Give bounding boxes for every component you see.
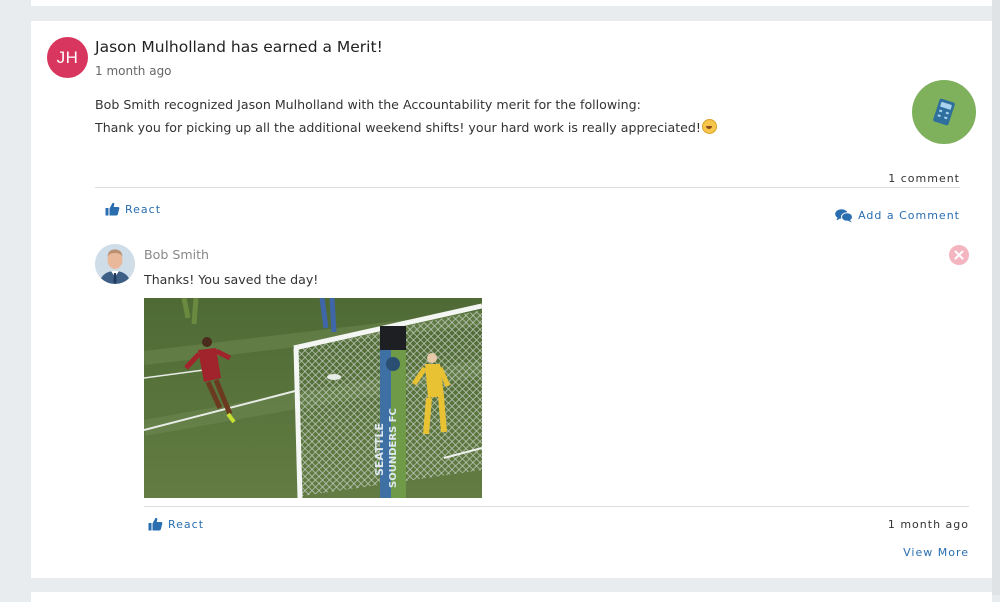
thumbs-up-icon [105, 202, 120, 216]
post-body-message: Thank you for picking up all the additio… [95, 119, 717, 135]
grinning-emoji-icon [701, 119, 717, 134]
author-avatar[interactable]: JH [47, 37, 88, 78]
commenter-avatar[interactable] [95, 244, 135, 284]
next-post-card [31, 592, 992, 602]
post-divider [95, 187, 960, 188]
comment-count[interactable]: 1 comment [888, 172, 960, 185]
comment-divider [144, 506, 969, 507]
post-react-button[interactable]: React [105, 202, 161, 216]
accountability-merit-badge [912, 80, 976, 144]
commenter-name[interactable]: Bob Smith [144, 247, 209, 262]
post-react-label: React [125, 202, 162, 216]
page-scroll-gutter [992, 0, 1000, 595]
thumbs-up-icon [148, 517, 163, 531]
merit-post-card: JH Jason Mulholland has earned a Merit! … [31, 21, 992, 578]
calculator-icon [933, 98, 955, 126]
add-comment-button[interactable]: Add a Comment [835, 208, 960, 223]
comment-react-label: React [168, 517, 205, 531]
gif-sign-sounders: SOUNDERS FC [388, 408, 399, 488]
delete-comment-button[interactable] [949, 245, 969, 265]
add-comment-label: Add a Comment [858, 209, 960, 222]
comment-text: Thanks! You saved the day! [144, 272, 319, 287]
previous-post-card [31, 0, 992, 6]
soccer-goal-save-scene: SEATTLE SOUNDERS FC [144, 298, 482, 498]
comment-timestamp: 1 month ago [887, 518, 969, 531]
post-body-message-text: Thank you for picking up all the additio… [95, 120, 701, 135]
view-more-link[interactable]: View More [903, 546, 969, 559]
comment-gif[interactable]: SEATTLE SOUNDERS FC [144, 298, 482, 498]
comment-react-button[interactable]: React [148, 517, 204, 531]
gif-sign-seattle: SEATTLE [373, 423, 386, 476]
post-timestamp: 1 month ago [95, 64, 172, 78]
post-body-recognition: Bob Smith recognized Jason Mulholland wi… [95, 97, 641, 112]
comments-icon [835, 209, 854, 223]
close-icon [954, 250, 964, 260]
post-title: Jason Mulholland has earned a Merit! [95, 38, 383, 56]
commenter-photo [95, 244, 135, 284]
